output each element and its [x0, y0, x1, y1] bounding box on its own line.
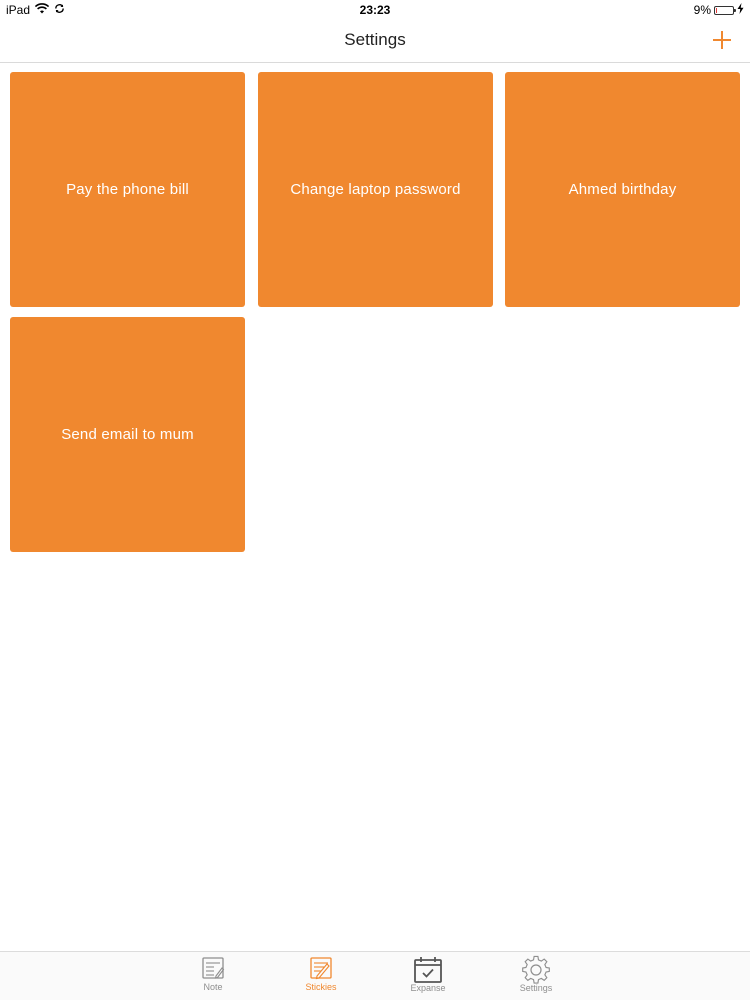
tab-label: Expanse	[410, 983, 446, 993]
plus-icon	[713, 31, 731, 49]
tab-label: Stickies	[305, 982, 337, 992]
status-bar: iPad 23:23 9%	[0, 0, 750, 20]
status-right: 9%	[694, 3, 744, 17]
sticky-note[interactable]: Ahmed birthday	[505, 72, 740, 307]
sticky-note-text: Send email to mum	[61, 426, 194, 443]
tab-stickies[interactable]: Stickies	[291, 955, 351, 999]
sticky-note[interactable]: Send email to mum	[10, 317, 245, 552]
sticky-note-text: Ahmed birthday	[568, 181, 677, 198]
gear-icon	[522, 955, 550, 984]
sticky-note[interactable]: Change laptop password	[258, 72, 493, 307]
calendar-check-icon	[414, 957, 442, 983]
add-button[interactable]	[708, 26, 736, 54]
stickies-icon	[310, 957, 332, 980]
battery-percent: 9%	[693, 3, 711, 17]
page-title: Settings	[344, 30, 406, 49]
battery-icon	[714, 5, 736, 15]
sticky-note[interactable]: Pay the phone bill	[10, 72, 245, 307]
tab-label: Settings	[519, 983, 553, 993]
battery-level	[716, 7, 717, 13]
tab-label: Note	[203, 982, 223, 992]
charging-icon	[737, 3, 744, 17]
tab-bar: Note Stickies Expanse Settings	[0, 951, 750, 1000]
app-screen: iPad 23:23 9% Settings Pay the phone bil…	[0, 0, 750, 1000]
tab-note[interactable]: Note	[183, 955, 243, 999]
sticky-note-text: Pay the phone bill	[66, 181, 189, 198]
status-time: 23:23	[359, 3, 391, 17]
note-icon	[202, 957, 225, 979]
navigation-bar: Settings	[0, 20, 750, 63]
sticky-note-text: Change laptop password	[290, 181, 461, 198]
tab-settings[interactable]: Settings	[506, 955, 566, 999]
tab-expanse[interactable]: Expanse	[398, 955, 458, 999]
